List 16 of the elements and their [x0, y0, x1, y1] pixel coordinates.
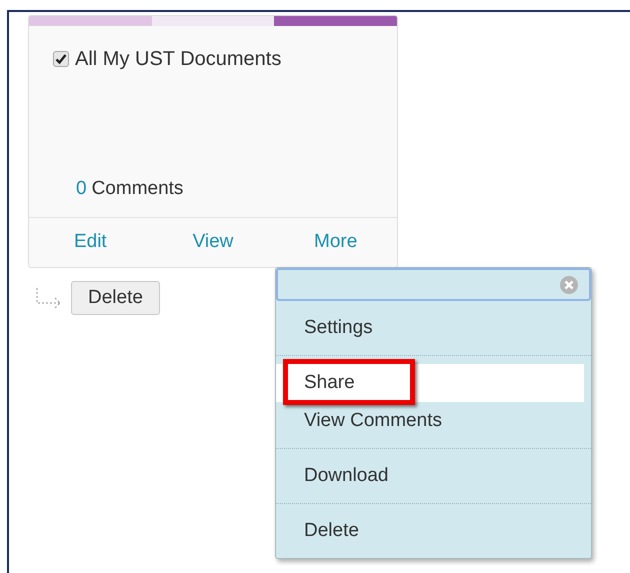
action-link[interactable]: More — [314, 228, 358, 257]
action-link[interactable]: View — [192, 228, 234, 257]
menu-item[interactable]: View Comments — [304, 406, 442, 436]
menu-item[interactable]: Settings — [304, 314, 373, 342]
arrow-icon — [36, 287, 62, 309]
close-icon[interactable] — [559, 274, 579, 294]
action-link[interactable]: Edit — [74, 228, 107, 257]
comments-label: Comments — [92, 176, 184, 200]
menu-item[interactable]: Download — [304, 462, 388, 490]
checkbox[interactable] — [53, 51, 69, 67]
delete-button[interactable]: Delete — [71, 281, 160, 315]
comment-count: 0 — [76, 176, 87, 200]
menu-item[interactable]: Share — [304, 368, 355, 398]
document-title: All My UST Documents — [75, 47, 282, 72]
menu-item[interactable]: Delete — [304, 516, 359, 546]
menu-search-field[interactable] — [276, 268, 591, 301]
